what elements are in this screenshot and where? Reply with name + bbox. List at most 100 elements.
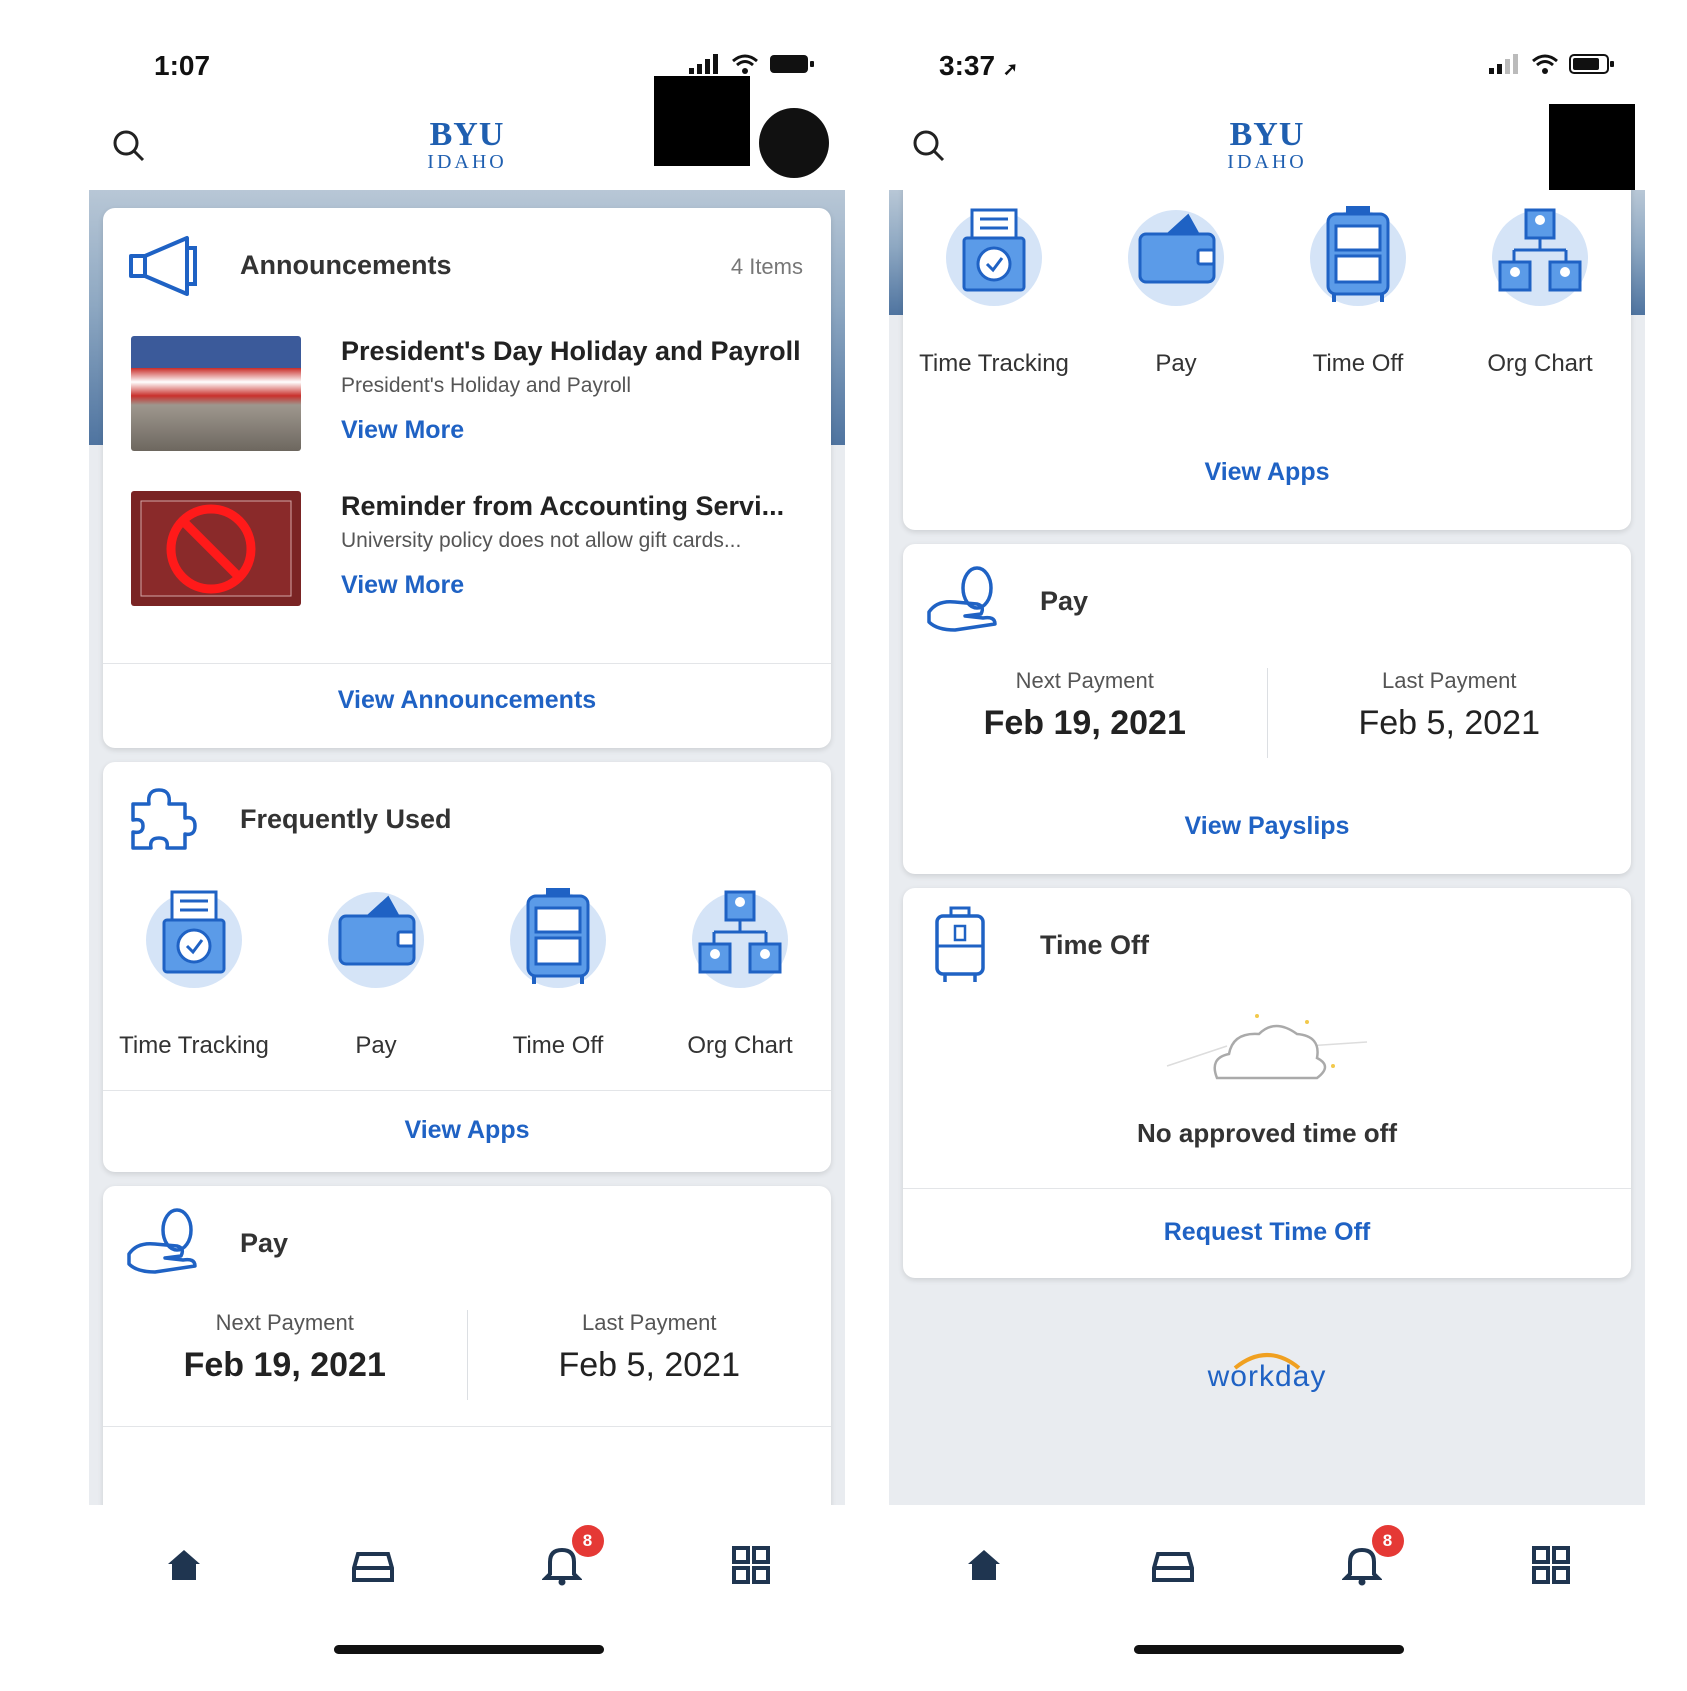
app-shortcuts: Time Tracking Pay Time Off Org Chart: [903, 206, 1631, 378]
divider: [103, 663, 831, 664]
announcements-card: Announcements 4 Items President's Day Ho…: [103, 208, 831, 748]
last-payment-date: Feb 5, 2021: [1358, 704, 1540, 742]
card-title: Frequently Used: [240, 804, 452, 834]
announcement-thumbnail-flag: [131, 336, 301, 451]
suitcase-icon: [935, 906, 985, 982]
app-shortcuts: Time Tracking Pay Time Off Org Chart: [103, 888, 831, 1060]
system-icons: [687, 53, 815, 75]
next-payment-label: Next Payment: [1015, 668, 1154, 693]
view-apps-link[interactable]: View Apps: [103, 1116, 831, 1145]
app-time-tracking[interactable]: Time Tracking: [903, 208, 1085, 378]
last-payment-label: Last Payment: [581, 1310, 717, 1335]
view-more-link[interactable]: View More: [341, 571, 464, 600]
card-header: Frequently Used: [125, 784, 809, 854]
app-org-chart[interactable]: Org Chart: [1449, 208, 1631, 378]
announcement-item[interactable]: President's Day Holiday and Payroll Pres…: [131, 336, 811, 476]
app-label: Org Chart: [1487, 350, 1593, 377]
app-label: Org Chart: [687, 1032, 793, 1059]
notification-badge: 8: [571, 1525, 604, 1557]
wallet-icon: [328, 892, 424, 988]
avatar[interactable]: [759, 108, 829, 178]
home-feed[interactable]: Announcements 4 Items President's Day Ho…: [89, 190, 845, 1505]
suitcase-icon: [1310, 206, 1406, 306]
card-header: Announcements 4 Items: [125, 230, 809, 300]
app-label: Time Tracking: [919, 350, 1069, 377]
card-header: Pay: [925, 566, 1609, 636]
home-icon: [167, 1550, 200, 1580]
pay-card: Pay Next Payment Feb 19, 2021 Last Payme…: [903, 544, 1631, 874]
grid-apps-icon: [731, 1546, 770, 1584]
wallet-icon: [1128, 210, 1224, 306]
empty-state-text: No approved time off: [1136, 1118, 1397, 1148]
tab-inbox[interactable]: [1078, 1505, 1267, 1625]
app-time-off[interactable]: Time Off: [1267, 206, 1449, 378]
app-label: Pay: [355, 1032, 397, 1059]
app-bar: BYU IDAHO: [89, 76, 845, 190]
suitcase-icon: [510, 888, 606, 988]
item-count: 4 Items: [730, 254, 803, 279]
org-chart-icon: [692, 890, 788, 988]
view-apps-link[interactable]: View Apps: [903, 458, 1631, 487]
divider: [103, 1090, 831, 1091]
view-more-link[interactable]: View More: [341, 416, 464, 445]
status-bar: 3:37 ➚: [889, 45, 1645, 85]
card-title: Pay: [240, 1228, 289, 1258]
time-tracking-icon: [946, 208, 1042, 306]
app-time-off[interactable]: Time Off: [467, 888, 649, 1060]
view-payslips-link[interactable]: View Payslips: [903, 812, 1631, 841]
tab-apps[interactable]: [1456, 1505, 1645, 1625]
tab-notifications[interactable]: 8: [467, 1505, 656, 1625]
last-payment-label: Last Payment: [1381, 668, 1517, 693]
last-payment: Last Payment Feb 5, 2021: [468, 1310, 832, 1400]
home-indicator[interactable]: [1134, 1645, 1404, 1654]
phone-screen-left: 1:07 BYU IDAHO Announcements 4 Items Pre…: [89, 0, 845, 1691]
app-time-tracking[interactable]: Time Tracking: [103, 890, 285, 1060]
app-pay[interactable]: Pay: [1085, 210, 1267, 378]
request-time-off-link[interactable]: Request Time Off: [903, 1218, 1631, 1247]
no-gift-card-icon: [140, 500, 292, 597]
signal-icon: [689, 54, 718, 74]
announcement-item[interactable]: Reminder from Accounting Servi... Univer…: [131, 491, 811, 631]
grid-apps-icon: [1531, 1546, 1570, 1584]
cloud-illustration: [903, 1006, 1631, 1101]
time-off-card: Time Off No approved time off Request Ti…: [903, 888, 1631, 1278]
home-indicator[interactable]: [334, 1645, 604, 1654]
card-header: Time Off: [925, 906, 1609, 982]
org-chart-icon: [1492, 208, 1588, 306]
payment-summary: Next Payment Feb 19, 2021 Last Payment F…: [103, 1310, 831, 1400]
frequently-used-card: Frequently Used Time Tracking Pay Time O…: [103, 762, 831, 1172]
byu-idaho-logo: BYU IDAHO: [1227, 116, 1307, 173]
view-announcements-link[interactable]: View Announcements: [103, 686, 831, 715]
divider: [103, 1426, 831, 1427]
next-payment-label: Next Payment: [215, 1310, 354, 1335]
workday-logo: workday: [889, 1350, 1645, 1394]
battery-icon: [1569, 54, 1614, 74]
tab-home[interactable]: [889, 1505, 1078, 1625]
home-feed[interactable]: Time Tracking Pay Time Off Org Chart Vie…: [889, 190, 1645, 1505]
last-payment: Last Payment Feb 5, 2021: [1268, 668, 1632, 758]
app-org-chart[interactable]: Org Chart: [649, 890, 831, 1060]
app-pay[interactable]: Pay: [285, 892, 467, 1060]
app-label: Time Off: [1312, 350, 1404, 377]
next-payment: Next Payment Feb 19, 2021: [103, 1310, 467, 1400]
time-tracking-icon: [146, 890, 242, 988]
tab-inbox[interactable]: [278, 1505, 467, 1625]
announcement-title: President's Day Holiday and Payroll: [341, 336, 801, 366]
last-payment-date: Feb 5, 2021: [558, 1346, 740, 1384]
signal-icon: [1489, 54, 1518, 74]
wifi-icon: [1532, 54, 1558, 74]
redacted-block: [654, 76, 750, 166]
location-arrow-icon: ➚: [1002, 59, 1018, 79]
announcement-thumbnail-no-gift-cards: [131, 491, 301, 606]
divider: [903, 1188, 1631, 1189]
announcement-subtitle: University policy does not allow gift ca…: [341, 529, 742, 552]
bottom-tab-bar: 8: [89, 1505, 845, 1625]
tab-home[interactable]: [89, 1505, 278, 1625]
tab-apps[interactable]: [656, 1505, 845, 1625]
payment-summary: Next Payment Feb 19, 2021 Last Payment F…: [903, 668, 1631, 758]
tab-notifications[interactable]: 8: [1267, 1505, 1456, 1625]
announcement-subtitle: President's Holiday and Payroll: [341, 374, 631, 397]
frequently-used-card: Time Tracking Pay Time Off Org Chart Vie…: [903, 190, 1631, 530]
notification-badge: 8: [1371, 1525, 1404, 1557]
card-title: Pay: [1040, 586, 1089, 616]
